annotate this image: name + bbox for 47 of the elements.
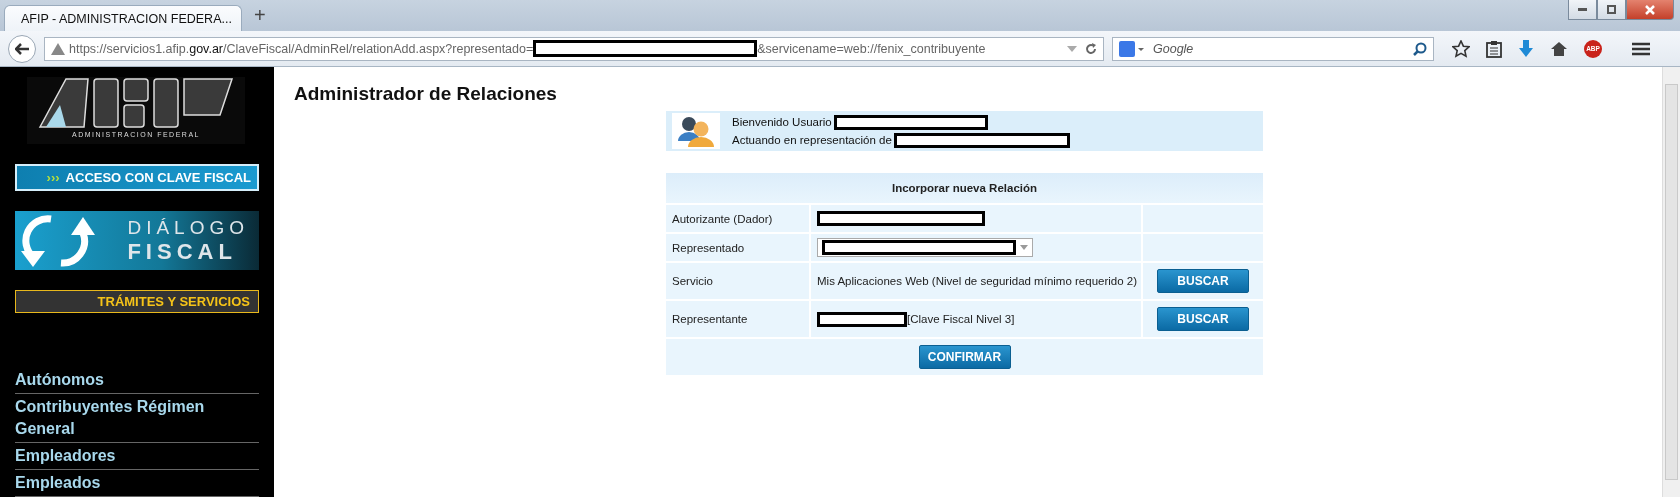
tramites-banner[interactable]: TRÁMITES Y SERVICIOS <box>15 289 259 313</box>
minimize-icon <box>1578 8 1587 11</box>
confirm-button[interactable]: CONFIRMAR <box>918 345 1011 369</box>
close-button[interactable] <box>1626 0 1674 20</box>
users-icon <box>672 113 720 149</box>
representado-select[interactable] <box>817 238 1033 257</box>
warning-icon <box>51 42 65 55</box>
sidebar-link[interactable]: Contribuyentes Régimen General <box>15 394 259 443</box>
sidebar-link[interactable]: Empleadores <box>15 443 259 470</box>
acting-label: Actuando en representación de <box>732 134 892 146</box>
download-icon[interactable] <box>1518 39 1534 58</box>
new-tab-button[interactable]: + <box>254 4 266 27</box>
search-button[interactable]: BUSCAR <box>1157 307 1249 331</box>
restore-icon <box>1607 5 1616 14</box>
sidebar-link[interactable]: Empleados <box>15 470 259 497</box>
restore-button[interactable] <box>1597 0 1626 20</box>
banner-subtitle: FISCAL <box>127 238 238 265</box>
field-label: Representado <box>666 234 809 261</box>
google-icon <box>1119 40 1145 57</box>
address-bar[interactable]: https://servicios1.afip.gov.ar/ClaveFiscal/AdminRel/relationAdd.aspx?representado= &servicename=web://fenix_contribuyente <box>44 36 1104 61</box>
field-label: Autorizante (Dador) <box>666 205 809 232</box>
field-label: Representante <box>666 301 809 337</box>
service-value: Mis Aplicaciones Web (Nivel de seguridad mínimo requerido 2) <box>817 275 1138 287</box>
welcome-label: Bienvenido Usuario <box>732 116 832 128</box>
access-banner[interactable]: ››› ACCESO CON CLAVE FISCAL <box>15 164 259 192</box>
browser-tab[interactable]: AFIP - ADMINISTRACION FEDERA... <box>4 5 242 31</box>
star-icon[interactable] <box>1452 39 1470 58</box>
search-button[interactable]: BUSCAR <box>1157 269 1249 293</box>
sidebar-link[interactable]: Autónomos <box>15 367 259 394</box>
banner-title: DIÁLOGO <box>127 216 249 239</box>
clave-level-value: [Clave Fiscal Nivel 3] <box>907 313 1015 325</box>
dropdown-arrow-icon <box>1020 245 1028 250</box>
close-icon <box>1645 4 1655 15</box>
search-field[interactable]: Google <box>1112 36 1434 61</box>
clipboard-icon[interactable] <box>1486 39 1502 58</box>
home-icon[interactable] <box>1550 40 1568 57</box>
back-button[interactable] <box>8 34 36 63</box>
form-header: Incorporar nueva Relación <box>666 173 1263 203</box>
scrollbar[interactable] <box>1662 67 1680 497</box>
back-arrow-icon <box>15 42 29 55</box>
page-title: Administrador de Relaciones <box>294 83 558 105</box>
menu-icon[interactable] <box>1632 41 1650 56</box>
reload-icon[interactable] <box>1085 42 1097 55</box>
search-icon[interactable] <box>1413 41 1427 56</box>
dialogo-fiscal-banner[interactable]: DIÁLOGO FISCAL <box>15 211 259 270</box>
field-label: Servicio <box>666 263 809 299</box>
minimize-button[interactable] <box>1568 0 1597 20</box>
